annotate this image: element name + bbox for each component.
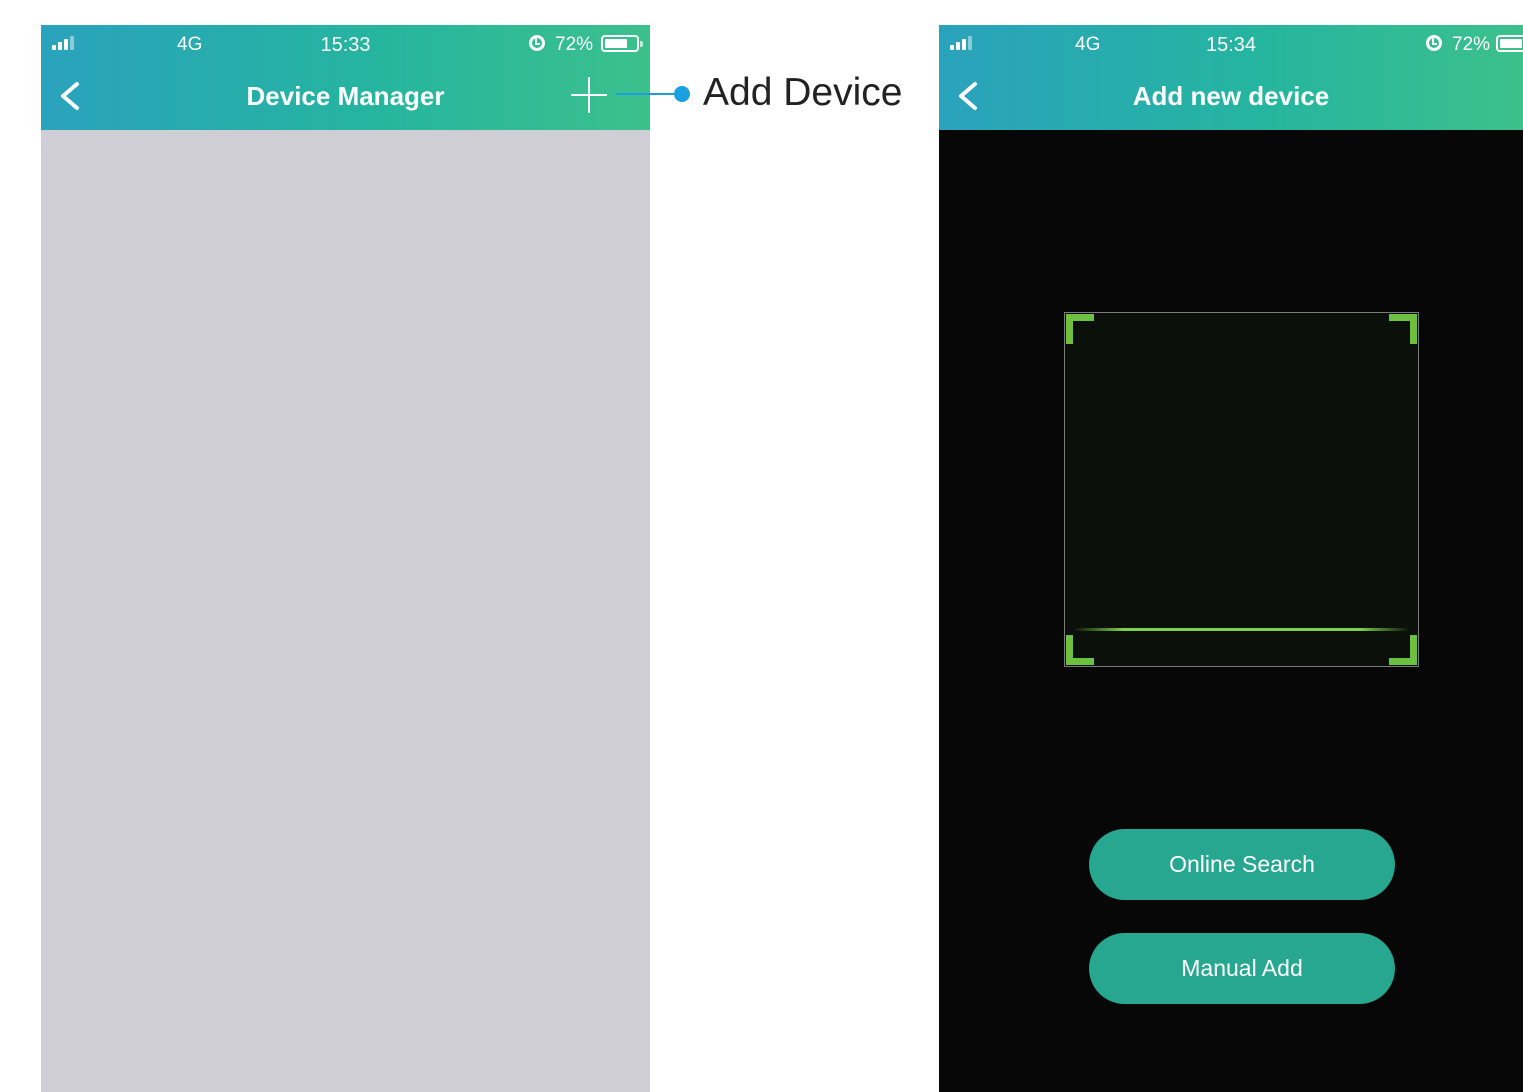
scan-corner-bottom-right [1389,635,1417,665]
battery-percent: 72% [1452,34,1491,55]
page-title: Device Manager [246,81,445,111]
callout-line [616,93,680,95]
manual-add-button[interactable]: Manual Add [1089,933,1395,1004]
alarm-icon [1426,35,1442,51]
qr-scan-frame [1064,312,1419,667]
online-search-button[interactable]: Online Search [1089,829,1395,900]
scan-corner-top-left [1066,314,1094,344]
battery-icon [1496,35,1523,52]
add-device-callout: Add Device [703,71,903,114]
add-device-button[interactable] [571,77,607,113]
callout-dot [674,86,690,102]
scan-line [1073,628,1410,631]
alarm-icon [529,35,545,51]
device-manager-screen: 4G 15:33 72% Device Manager [41,25,650,1092]
battery-percent: 72% [555,34,594,55]
battery-fill [605,39,627,48]
nav-bar: 4G 15:34 72% Add new device [939,25,1523,130]
scan-corner-top-right [1389,314,1417,344]
add-new-device-screen: 4G 15:34 72% Add new device Online Searc… [939,25,1523,1092]
battery-icon [601,35,643,52]
scan-corner-bottom-left [1066,635,1094,665]
battery-fill [1500,39,1522,48]
page-title: Add new device [1132,81,1330,111]
nav-bar: 4G 15:33 72% Device Manager [41,25,650,130]
